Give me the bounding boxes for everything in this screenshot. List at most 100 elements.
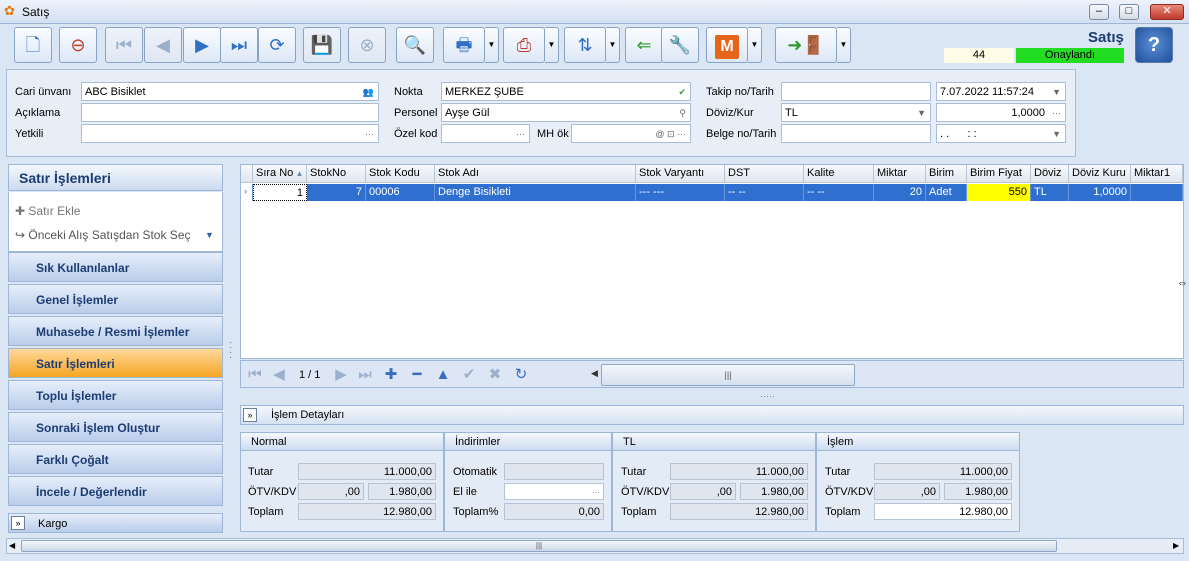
grid-horizontal-scrollbar[interactable]: ||| — [601, 364, 855, 386]
belge-date-input[interactable]: . . : : ▼ — [936, 124, 1066, 143]
col-header-birim-fiyat[interactable]: Birim Fiyat — [967, 165, 1031, 183]
pdf-export-button[interactable]: ⎙ — [503, 27, 545, 63]
col-header-stokno[interactable]: StokNo — [307, 165, 366, 183]
refresh-button[interactable]: ⟳ — [258, 27, 296, 63]
import-button[interactable]: ⇐ — [625, 27, 663, 63]
sidebar-item-muhasebe[interactable]: Muhasebe / Resmi İşlemler — [8, 316, 223, 346]
doviz-select[interactable]: TL ▼ — [781, 103, 931, 122]
cari-input[interactable]: ABC Bisiklet 👥 — [81, 82, 379, 101]
nav-next-icon[interactable]: ▶ — [331, 366, 351, 384]
nav-last-icon[interactable]: ⏭ — [355, 366, 375, 384]
elile-input[interactable]: ··· — [504, 483, 604, 500]
print-dropdown[interactable]: ▼ — [485, 27, 499, 63]
col-header-doviz-kuru[interactable]: Döviz Kuru — [1069, 165, 1131, 183]
takip-date-input[interactable]: 7.07.2022 11:57:24 ▼ — [936, 82, 1066, 101]
cell-stok-adi[interactable]: Denge Bisikleti — [435, 184, 636, 201]
nav-prev-icon[interactable]: ◀ — [269, 366, 289, 384]
next-record-button[interactable]: ▶ — [183, 27, 221, 63]
col-header-stok-kodu[interactable]: Stok Kodu — [366, 165, 435, 183]
cell-sira-no[interactable]: 1 — [253, 184, 307, 201]
col-header-stok-varyanti[interactable]: Stok Varyantı — [636, 165, 725, 183]
col-header-doviz[interactable]: Döviz — [1031, 165, 1069, 183]
scrollbar-thumb[interactable]: ||| — [21, 540, 1057, 552]
cell-stokno[interactable]: 7 — [307, 184, 366, 201]
transfer-dropdown[interactable]: ▼ — [606, 27, 620, 63]
nav-first-icon[interactable]: ⏮ — [245, 366, 265, 384]
splitter-grip[interactable]: ····· — [760, 391, 775, 401]
personel-input[interactable]: Ayşe Gül ⚲ — [441, 103, 691, 122]
delete-document-button[interactable]: ⊖ — [59, 27, 97, 63]
col-header-kalite[interactable]: Kalite — [804, 165, 874, 183]
sidebar-item-genel-islemler[interactable]: Genel İşlemler — [8, 284, 223, 314]
cell-doviz-kuru[interactable]: 1,0000 — [1069, 184, 1131, 201]
new-document-button[interactable]: 🗋 — [14, 27, 52, 63]
tools-button[interactable]: 🔧 — [661, 27, 699, 63]
sidebar-item-incele[interactable]: İncele / Değerlendir — [8, 476, 223, 506]
cell-doviz[interactable]: TL — [1031, 184, 1069, 201]
row-indicator[interactable]: › — [241, 184, 253, 201]
nokta-input[interactable]: MERKEZ ŞUBE ✔ — [441, 82, 691, 101]
yetkili-input[interactable]: ··· — [81, 124, 379, 143]
cell-birim-fiyat[interactable]: 550 — [967, 184, 1031, 201]
cell-stok-kodu[interactable]: 00006 — [366, 184, 435, 201]
scroll-left-icon[interactable]: ◀ — [591, 368, 598, 379]
col-header-birim[interactable]: Birim — [926, 165, 967, 183]
add-row-task[interactable]: ✚ Satır Ekle — [15, 204, 80, 218]
mhok-input[interactable]: @ ⊡ ··· — [571, 124, 691, 143]
save-button[interactable]: 💾 — [303, 27, 341, 63]
minimize-button[interactable]: – — [1089, 4, 1109, 20]
belge-input[interactable] — [781, 124, 931, 143]
ozelkod-input[interactable]: ··· — [441, 124, 530, 143]
previous-record-button[interactable]: ◀ — [144, 27, 182, 63]
close-button[interactable]: ✕ — [1150, 4, 1184, 20]
nav-up-icon[interactable]: ▲ — [433, 366, 453, 384]
sidebar-item-farkli-cogalt[interactable]: Farklı Çoğalt — [8, 444, 223, 474]
col-header-miktar[interactable]: Miktar — [874, 165, 926, 183]
sidebar-item-sonraki-islem[interactable]: Sonraki İşlem Oluştur — [8, 412, 223, 442]
cell-miktar1[interactable] — [1131, 184, 1183, 201]
sidebar-item-sik-kullanilanlar[interactable]: Sık Kullanılanlar — [8, 252, 223, 282]
exit-button[interactable]: ➜🚪 — [775, 27, 837, 63]
nav-refresh-icon[interactable]: ↻ — [511, 366, 531, 384]
kur-input[interactable]: 1,0000 ··· — [936, 103, 1066, 122]
sidebar-footer-kargo[interactable]: Kargo — [8, 513, 223, 533]
sidebar-item-toplu-islemler[interactable]: Toplu İşlemler — [8, 380, 223, 410]
cell-dst[interactable]: -- -- — [725, 184, 804, 201]
m-button[interactable]: M — [706, 27, 748, 63]
last-record-button[interactable]: ⏭ — [220, 27, 258, 63]
previous-stock-task[interactable]: ↪ Önceki Alış Satışdan Stok Seç — [15, 228, 191, 242]
sidebar-item-satir-islemleri[interactable]: Satır İşlemleri — [8, 348, 223, 378]
nav-confirm-icon[interactable]: ✔ — [459, 366, 479, 384]
takip-input[interactable] — [781, 82, 931, 101]
cell-birim[interactable]: Adet — [926, 184, 967, 201]
page-horizontal-scrollbar[interactable]: ◀ ||| ▶ — [6, 538, 1184, 554]
col-header-sira-no[interactable]: Sıra No ▲ — [253, 165, 307, 183]
first-record-button[interactable]: ⏮ — [105, 27, 143, 63]
preview-button[interactable]: 🔍 — [396, 27, 434, 63]
page-title: Satış — [1088, 29, 1124, 46]
cell-miktar[interactable]: 20 — [874, 184, 926, 201]
scroll-left-icon[interactable]: ◀ — [9, 541, 15, 550]
cell-stok-varyanti[interactable]: --- --- — [636, 184, 725, 201]
expand-icon[interactable]: » — [11, 516, 25, 530]
pdf-dropdown[interactable]: ▼ — [545, 27, 559, 63]
help-button[interactable]: ? — [1135, 27, 1173, 63]
aciklama-input[interactable] — [81, 103, 379, 122]
nav-remove-icon[interactable]: ━ — [407, 366, 427, 384]
m-dropdown[interactable]: ▼ — [748, 27, 762, 63]
nav-add-icon[interactable]: ✚ — [381, 366, 401, 384]
splitter-grip[interactable]: · · · · — [229, 338, 232, 363]
chevron-down-icon[interactable]: ▼ — [205, 230, 214, 240]
save-close-button[interactable]: ⊗ — [348, 27, 386, 63]
nav-cancel-icon[interactable]: ✖ — [485, 366, 505, 384]
print-button[interactable]: 🖶 — [443, 27, 485, 63]
transfer-button[interactable]: ⇅ — [564, 27, 606, 63]
cell-kalite[interactable]: -- -- — [804, 184, 874, 201]
scroll-right-icon[interactable]: ▶ — [1173, 541, 1179, 550]
details-collapse-icon[interactable]: » — [243, 408, 257, 422]
col-header-stok-adi[interactable]: Stok Adı — [435, 165, 636, 183]
exit-dropdown[interactable]: ▼ — [837, 27, 851, 63]
maximize-button[interactable]: □ — [1119, 4, 1139, 20]
col-header-dst[interactable]: DST — [725, 165, 804, 183]
col-header-miktar1[interactable]: Miktar1 — [1131, 165, 1183, 183]
